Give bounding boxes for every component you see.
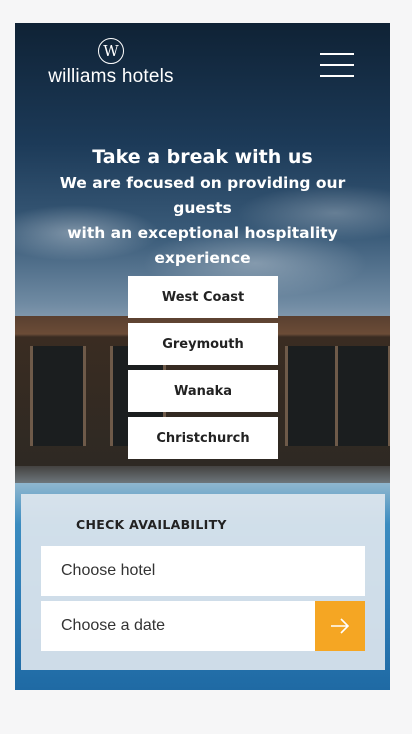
location-button-wanaka[interactable]: Wanaka: [128, 370, 278, 412]
intro-text-line: We are focused on providing our guests: [59, 174, 346, 217]
choose-hotel-select[interactable]: Choose hotel: [41, 546, 365, 596]
intro-text-line: experience: [154, 249, 251, 267]
submit-availability-button[interactable]: [315, 601, 365, 651]
window: [285, 346, 341, 446]
window: [335, 346, 390, 446]
hamburger-menu-icon[interactable]: [320, 53, 354, 77]
location-button-christchurch[interactable]: Christchurch: [128, 417, 278, 459]
location-button-west-coast[interactable]: West Coast: [128, 276, 278, 318]
intro-text-line: with an exceptional hospitality: [67, 224, 338, 242]
location-button-greymouth[interactable]: Greymouth: [128, 323, 278, 365]
brand-logo[interactable]: W williams hotels: [41, 38, 181, 88]
choose-date-field[interactable]: Choose a date: [41, 601, 315, 651]
intro-section: Take a break with us We are focused on p…: [35, 143, 370, 271]
location-list: West Coast Greymouth Wanaka Christchurch: [128, 276, 278, 464]
window: [30, 346, 86, 446]
logo-mark-icon: W: [98, 38, 124, 64]
hero-banner: W williams hotels Take a break with us W…: [15, 23, 390, 690]
intro-title: Take a break with us: [92, 146, 313, 168]
arrow-right-icon: [331, 618, 350, 634]
check-availability-title: CHECK AVAILABILITY: [76, 517, 227, 532]
logo-text: williams hotels: [48, 66, 174, 87]
check-availability-panel: CHECK AVAILABILITY Choose hotel Choose a…: [21, 494, 385, 670]
